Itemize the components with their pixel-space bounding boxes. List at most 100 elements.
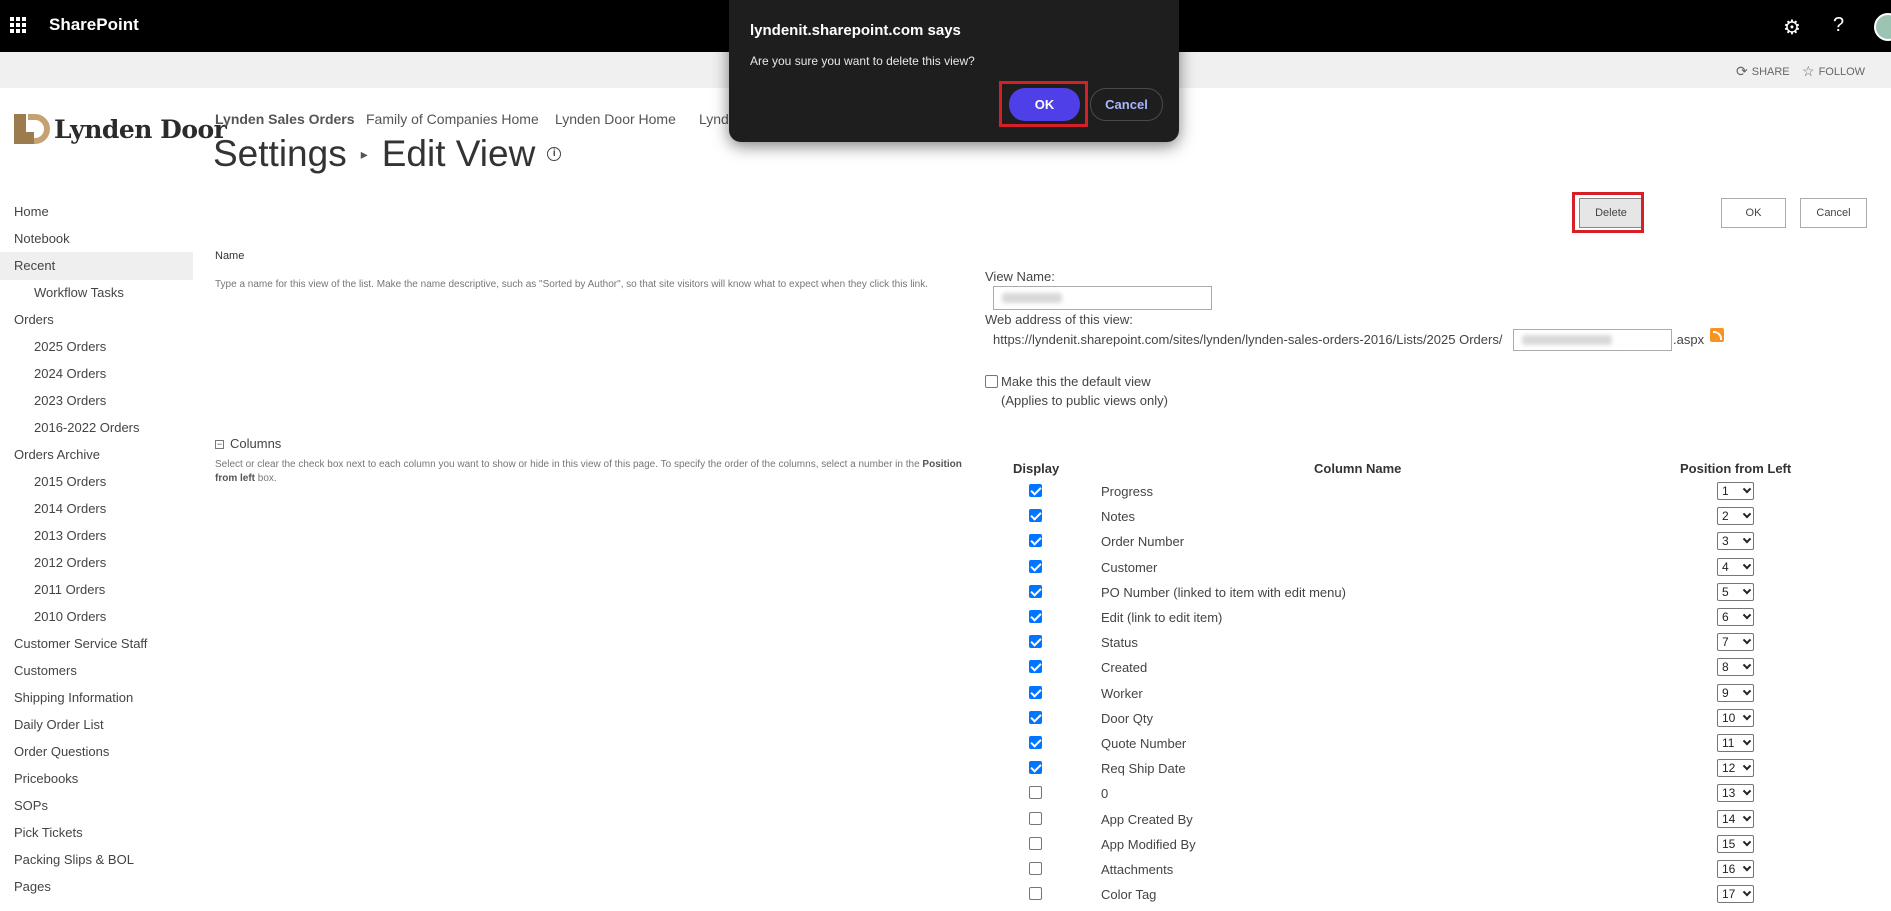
position-select[interactable]: 17 bbox=[1717, 885, 1754, 903]
position-select[interactable]: 5 bbox=[1717, 583, 1754, 601]
sidebar-item[interactable]: Workflow Tasks bbox=[34, 285, 124, 300]
sidebar-item[interactable]: Home bbox=[14, 204, 49, 219]
column-name: Quote Number bbox=[1101, 736, 1187, 751]
topnav-item[interactable]: Lynden Door Home bbox=[555, 111, 676, 127]
position-select[interactable]: 7 bbox=[1717, 633, 1754, 651]
sidebar-item[interactable]: 2011 Orders bbox=[34, 582, 105, 597]
sidebar-item[interactable]: Pricebooks bbox=[14, 771, 78, 786]
position-select[interactable]: 14 bbox=[1717, 810, 1754, 828]
position-select[interactable]: 4 bbox=[1717, 558, 1754, 576]
info-icon[interactable]: i bbox=[547, 147, 562, 161]
topnav-item[interactable]: Lynden Sales Orders bbox=[215, 111, 355, 127]
sidebar-item[interactable]: Orders bbox=[14, 312, 54, 327]
column-display-checkbox[interactable] bbox=[1029, 534, 1042, 547]
position-select[interactable]: 11 bbox=[1717, 734, 1754, 752]
view-name-input[interactable] bbox=[993, 286, 1212, 310]
sidebar-item[interactable]: 2012 Orders bbox=[34, 555, 106, 570]
position-value: 10 bbox=[1722, 711, 1736, 725]
position-select[interactable]: 13 bbox=[1717, 784, 1754, 802]
default-view-checkbox[interactable] bbox=[985, 375, 998, 388]
sidebar-item[interactable]: 2013 Orders bbox=[34, 528, 106, 543]
web-address-input[interactable] bbox=[1513, 329, 1672, 351]
rss-icon[interactable] bbox=[1710, 328, 1724, 342]
site-logo[interactable]: Lynden Door bbox=[14, 114, 227, 144]
sidebar-item[interactable]: Customer Service Staff bbox=[14, 636, 147, 651]
dialog-message: Are you sure you want to delete this vie… bbox=[750, 54, 975, 68]
sidebar-item[interactable]: SOPs bbox=[14, 798, 48, 813]
column-display-checkbox[interactable] bbox=[1029, 711, 1042, 724]
column-name: 0 bbox=[1101, 786, 1109, 801]
web-address-prefix: https://lyndenit.sharepoint.com/sites/ly… bbox=[993, 332, 1503, 347]
chevron-down-icon bbox=[1742, 509, 1752, 519]
sidebar-item[interactable]: Customers bbox=[14, 663, 77, 678]
sidebar-item[interactable]: Packing Slips & BOL bbox=[14, 852, 134, 867]
position-select[interactable]: 8 bbox=[1717, 658, 1754, 676]
column-display-checkbox[interactable] bbox=[1029, 484, 1042, 497]
chevron-down-icon bbox=[1742, 887, 1752, 897]
column-display-checkbox[interactable] bbox=[1029, 812, 1042, 825]
follow-button[interactable]: ☆ FOLLOW bbox=[1802, 63, 1865, 80]
column-display-checkbox[interactable] bbox=[1029, 862, 1042, 875]
column-display-checkbox[interactable] bbox=[1029, 635, 1042, 648]
sidebar-item[interactable]: 2025 Orders bbox=[34, 339, 106, 354]
sidebar-item[interactable]: Daily Order List bbox=[14, 717, 104, 732]
chevron-down-icon bbox=[1742, 711, 1752, 721]
ok-button[interactable]: OK bbox=[1721, 198, 1786, 228]
share-icon: ⟳ bbox=[1736, 63, 1748, 79]
column-display-checkbox[interactable] bbox=[1029, 887, 1042, 900]
position-select[interactable]: 10 bbox=[1717, 709, 1754, 727]
position-select[interactable]: 15 bbox=[1717, 835, 1754, 853]
sidebar-item[interactable]: 2016-2022 Orders bbox=[34, 420, 140, 435]
chevron-down-icon bbox=[1742, 686, 1752, 696]
column-display-checkbox[interactable] bbox=[1029, 585, 1042, 598]
dialog-cancel-button[interactable]: Cancel bbox=[1090, 88, 1163, 121]
default-view-note: (Applies to public views only) bbox=[1001, 393, 1168, 408]
sidebar-item[interactable]: Pages bbox=[14, 879, 51, 894]
position-select[interactable]: 6 bbox=[1717, 608, 1754, 626]
columns-section-label[interactable]: Columns bbox=[230, 436, 281, 451]
position-select[interactable]: 12 bbox=[1717, 759, 1754, 777]
column-display-checkbox[interactable] bbox=[1029, 509, 1042, 522]
sidebar-item[interactable]: 2023 Orders bbox=[34, 393, 106, 408]
sidebar-item[interactable]: Recent bbox=[14, 258, 55, 273]
breadcrumb-settings[interactable]: Settings bbox=[213, 133, 347, 175]
column-name: Attachments bbox=[1101, 862, 1174, 877]
sidebar-item[interactable]: Pick Tickets bbox=[14, 825, 83, 840]
cancel-button[interactable]: Cancel bbox=[1800, 198, 1867, 228]
column-display-checkbox[interactable] bbox=[1029, 837, 1042, 850]
gear-icon[interactable]: ⚙ bbox=[1783, 15, 1801, 40]
sidebar-item[interactable]: Shipping Information bbox=[14, 690, 133, 705]
column-display-checkbox[interactable] bbox=[1029, 736, 1042, 749]
sidebar-item[interactable]: Orders Archive bbox=[14, 447, 100, 462]
column-display-checkbox[interactable] bbox=[1029, 686, 1042, 699]
position-select[interactable]: 16 bbox=[1717, 860, 1754, 878]
sidebar-item[interactable]: 2014 Orders bbox=[34, 501, 106, 516]
column-display-checkbox[interactable] bbox=[1029, 761, 1042, 774]
position-value: 16 bbox=[1722, 862, 1736, 876]
position-select[interactable]: 2 bbox=[1717, 507, 1754, 525]
column-display-checkbox[interactable] bbox=[1029, 610, 1042, 623]
column-display-checkbox[interactable] bbox=[1029, 560, 1042, 573]
position-value: 17 bbox=[1722, 887, 1736, 901]
column-display-checkbox[interactable] bbox=[1029, 786, 1042, 799]
position-select[interactable]: 3 bbox=[1717, 532, 1754, 550]
topnav-item[interactable]: Family of Companies Home bbox=[366, 111, 539, 127]
sidebar-item[interactable]: 2015 Orders bbox=[34, 474, 106, 489]
app-launcher-icon[interactable] bbox=[10, 17, 26, 33]
sidebar-item[interactable]: Order Questions bbox=[14, 744, 109, 759]
position-value: 15 bbox=[1722, 837, 1736, 851]
sidebar-item[interactable]: 2024 Orders bbox=[34, 366, 106, 381]
position-select[interactable]: 9 bbox=[1717, 684, 1754, 702]
breadcrumb-separator: ▸ bbox=[360, 145, 368, 162]
sharepoint-brand[interactable]: SharePoint bbox=[49, 15, 139, 35]
avatar[interactable] bbox=[1874, 13, 1891, 41]
share-button[interactable]: ⟳ SHARE bbox=[1736, 63, 1790, 80]
sidebar-item[interactable]: Notebook bbox=[14, 231, 70, 246]
help-icon[interactable]: ? bbox=[1833, 14, 1844, 37]
delete-highlight-box bbox=[1572, 192, 1644, 233]
chevron-down-icon bbox=[1742, 812, 1752, 822]
column-display-checkbox[interactable] bbox=[1029, 660, 1042, 673]
collapse-icon[interactable]: − bbox=[215, 440, 224, 449]
sidebar-item[interactable]: 2010 Orders bbox=[34, 609, 106, 624]
position-select[interactable]: 1 bbox=[1717, 482, 1754, 500]
